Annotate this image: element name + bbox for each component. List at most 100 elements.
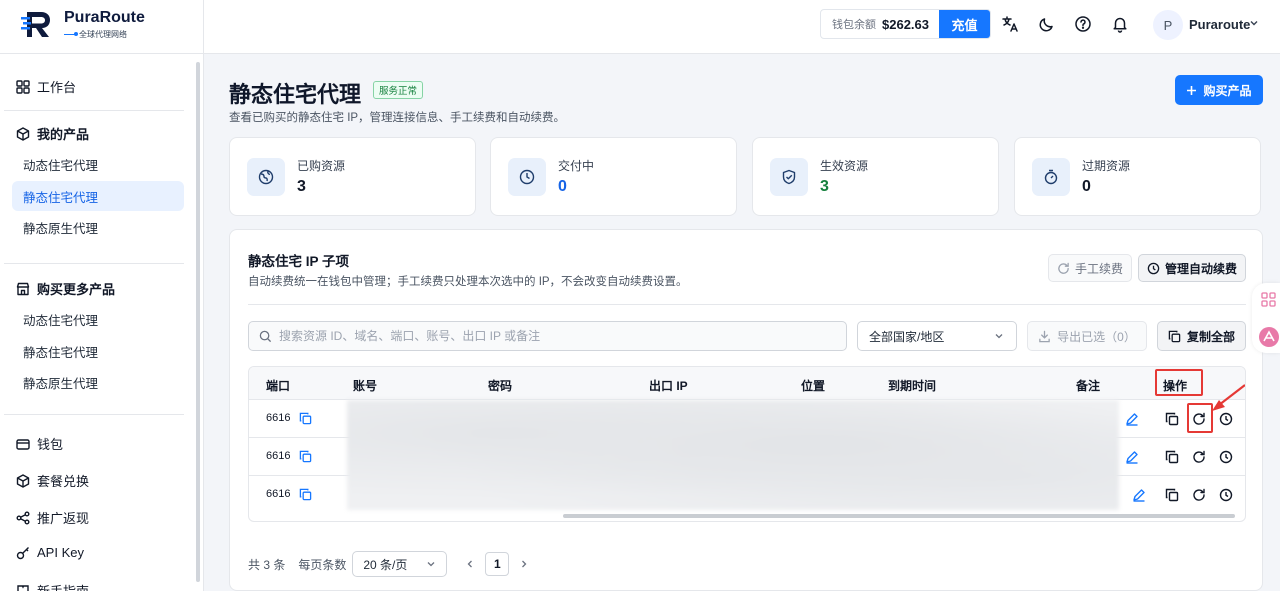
- copy-icon[interactable]: [1165, 450, 1179, 464]
- floating-widget-bar: [1252, 283, 1280, 353]
- column-header-note[interactable]: 备注: [1076, 377, 1100, 394]
- panel-description: 自动续费统一在钱包中管理；手工续费只处理本次选中的 IP，不会改变自动续费设置。: [248, 276, 688, 288]
- plus-icon: [1187, 85, 1197, 95]
- copy-all-button[interactable]: 复制全部: [1157, 321, 1246, 351]
- sidebar-item-buy-native[interactable]: 静态原生代理: [12, 367, 184, 397]
- stat-card-active: 生效资源 3: [752, 137, 999, 216]
- book-icon: [17, 584, 29, 591]
- edit-icon[interactable]: [1125, 450, 1139, 464]
- chevron-right-icon[interactable]: [519, 559, 529, 569]
- brand-name: PuraRoute: [64, 9, 145, 26]
- table-header: 端口 账号 密码 出口 IP 位置 到期时间 备注 操作: [249, 367, 1245, 400]
- divider: [4, 263, 184, 264]
- buy-product-label: 购买产品: [1203, 83, 1252, 98]
- sidebar-item-label: 我的产品: [37, 127, 90, 142]
- sidebar-item-guide[interactable]: 新手指南: [16, 581, 89, 591]
- clock-icon[interactable]: [1219, 450, 1233, 464]
- divider: [4, 414, 184, 415]
- stat-label: 生效资源: [820, 159, 869, 173]
- copy-icon[interactable]: [299, 450, 312, 463]
- sidebar-item-wallet[interactable]: 钱包: [16, 434, 63, 453]
- wallet-balance: 钱包余额 $262.63 充值: [820, 9, 991, 39]
- recharge-button[interactable]: 充值: [939, 10, 990, 38]
- ip-items-panel: 静态住宅 IP 子项 自动续费统一在钱包中管理；手工续费只处理本次选中的 IP，…: [229, 229, 1263, 591]
- download-icon: [1039, 330, 1050, 342]
- sidebar-item-my-products[interactable]: 我的产品: [16, 124, 89, 143]
- status-badge: 服务正常: [373, 81, 424, 99]
- manage-auto-renew-button[interactable]: 管理自动续费: [1138, 254, 1246, 282]
- bell-icon[interactable]: [1111, 15, 1129, 33]
- share-icon: [16, 511, 30, 524]
- edit-icon[interactable]: [1132, 488, 1146, 502]
- export-selected-button[interactable]: 导出已选（0）: [1027, 321, 1147, 351]
- sidebar-item-label: 钱包: [37, 437, 64, 452]
- brand[interactable]: PuraRoute 全球代理网络: [0, 0, 204, 54]
- sidebar-item-buy-dynamic[interactable]: 动态住宅代理: [12, 304, 184, 334]
- search-box[interactable]: [248, 321, 847, 351]
- help-icon[interactable]: [1074, 15, 1092, 33]
- sidebar-item-buy-static[interactable]: 静态住宅代理: [12, 336, 184, 366]
- stat-icon-bg: [247, 158, 285, 196]
- apps-icon[interactable]: [1261, 292, 1276, 307]
- renew-icon[interactable]: [1192, 488, 1206, 502]
- stat-card-expired: 过期资源 0: [1014, 137, 1261, 216]
- dashboard-icon: [16, 79, 30, 94]
- page-number-current[interactable]: 1: [485, 552, 510, 576]
- copy-icon[interactable]: [299, 412, 312, 425]
- sidebar-item-dynamic-residential[interactable]: 动态住宅代理: [12, 149, 184, 179]
- stat-card-delivering: 交付中 0: [490, 137, 737, 216]
- stat-value: 3: [297, 178, 306, 195]
- manual-renew-button[interactable]: 手工续费: [1048, 254, 1132, 282]
- clock-icon[interactable]: [1219, 488, 1233, 502]
- sidebar-scrollbar[interactable]: [196, 62, 200, 582]
- moon-icon[interactable]: [1038, 15, 1056, 33]
- sidebar-item-label: 工作台: [37, 80, 77, 95]
- sidebar-item-buy-more[interactable]: 购买更多产品: [16, 279, 115, 298]
- port-value: 6616: [266, 488, 291, 500]
- column-header-password[interactable]: 密码: [488, 377, 512, 394]
- user-name[interactable]: Puraroute: [1189, 17, 1250, 32]
- copy-all-label: 复制全部: [1186, 329, 1235, 344]
- stat-label: 已购资源: [297, 159, 346, 173]
- page-size-select[interactable]: 20 条/页: [352, 551, 448, 577]
- avatar[interactable]: P: [1153, 10, 1183, 40]
- column-header-expiry[interactable]: 到期时间: [888, 377, 936, 394]
- stat-label: 交付中: [558, 159, 595, 173]
- column-header-port[interactable]: 端口: [266, 377, 290, 394]
- column-header-account[interactable]: 账号: [353, 377, 377, 394]
- renew-icon[interactable]: [1192, 450, 1206, 464]
- copy-icon[interactable]: [1165, 488, 1179, 502]
- pagination: 共 3 条 每页条数 20 条/页 1: [248, 551, 529, 577]
- copy-icon[interactable]: [299, 488, 312, 501]
- top-bar: PuraRoute 全球代理网络 钱包余额 $262.63 充值 P Purar…: [0, 0, 1280, 54]
- logo-icon: [21, 12, 50, 37]
- wallet-amount: $262.63: [882, 16, 929, 32]
- buy-product-button[interactable]: 购买产品: [1175, 75, 1263, 105]
- stat-card-purchased: 已购资源 3: [229, 137, 476, 216]
- chevron-left-icon[interactable]: [465, 559, 475, 569]
- horizontal-scrollbar[interactable]: [563, 514, 1235, 518]
- sidebar-item-label: 推广返现: [37, 511, 90, 526]
- clock-icon: [1147, 262, 1160, 274]
- sidebar-item-api-key[interactable]: API Key: [16, 545, 84, 560]
- country-select[interactable]: 全部国家/地区: [857, 321, 1017, 351]
- sidebar-item-label: API Key: [37, 545, 84, 560]
- sidebar-item-label: 新手指南: [37, 581, 89, 591]
- edit-icon[interactable]: [1125, 412, 1139, 426]
- chevron-down-icon[interactable]: [1249, 18, 1259, 28]
- sidebar-item-workbench[interactable]: 工作台: [16, 77, 76, 96]
- sidebar-item-plan-exchange[interactable]: 套餐兑换: [16, 471, 89, 490]
- page-description: 查看已购买的静态住宅 IP，管理连接信息、手工续费和自动续费。: [229, 112, 566, 124]
- sidebar-item-static-native[interactable]: 静态原生代理: [12, 212, 184, 242]
- sidebar-item-referral[interactable]: 推广返现: [16, 508, 89, 527]
- column-header-location[interactable]: 位置: [801, 377, 825, 394]
- copy-icon[interactable]: [1165, 412, 1179, 426]
- translate-assistant-icon[interactable]: [1258, 326, 1280, 348]
- sidebar-item-static-residential[interactable]: 静态住宅代理: [12, 181, 184, 211]
- clock-icon[interactable]: [1219, 412, 1233, 426]
- column-header-exit-ip[interactable]: 出口 IP: [649, 377, 688, 394]
- panel-title: 静态住宅 IP 子项: [248, 254, 350, 269]
- translate-icon[interactable]: [1001, 15, 1019, 33]
- search-input[interactable]: [279, 329, 839, 343]
- wallet-label: 钱包余额: [832, 19, 876, 31]
